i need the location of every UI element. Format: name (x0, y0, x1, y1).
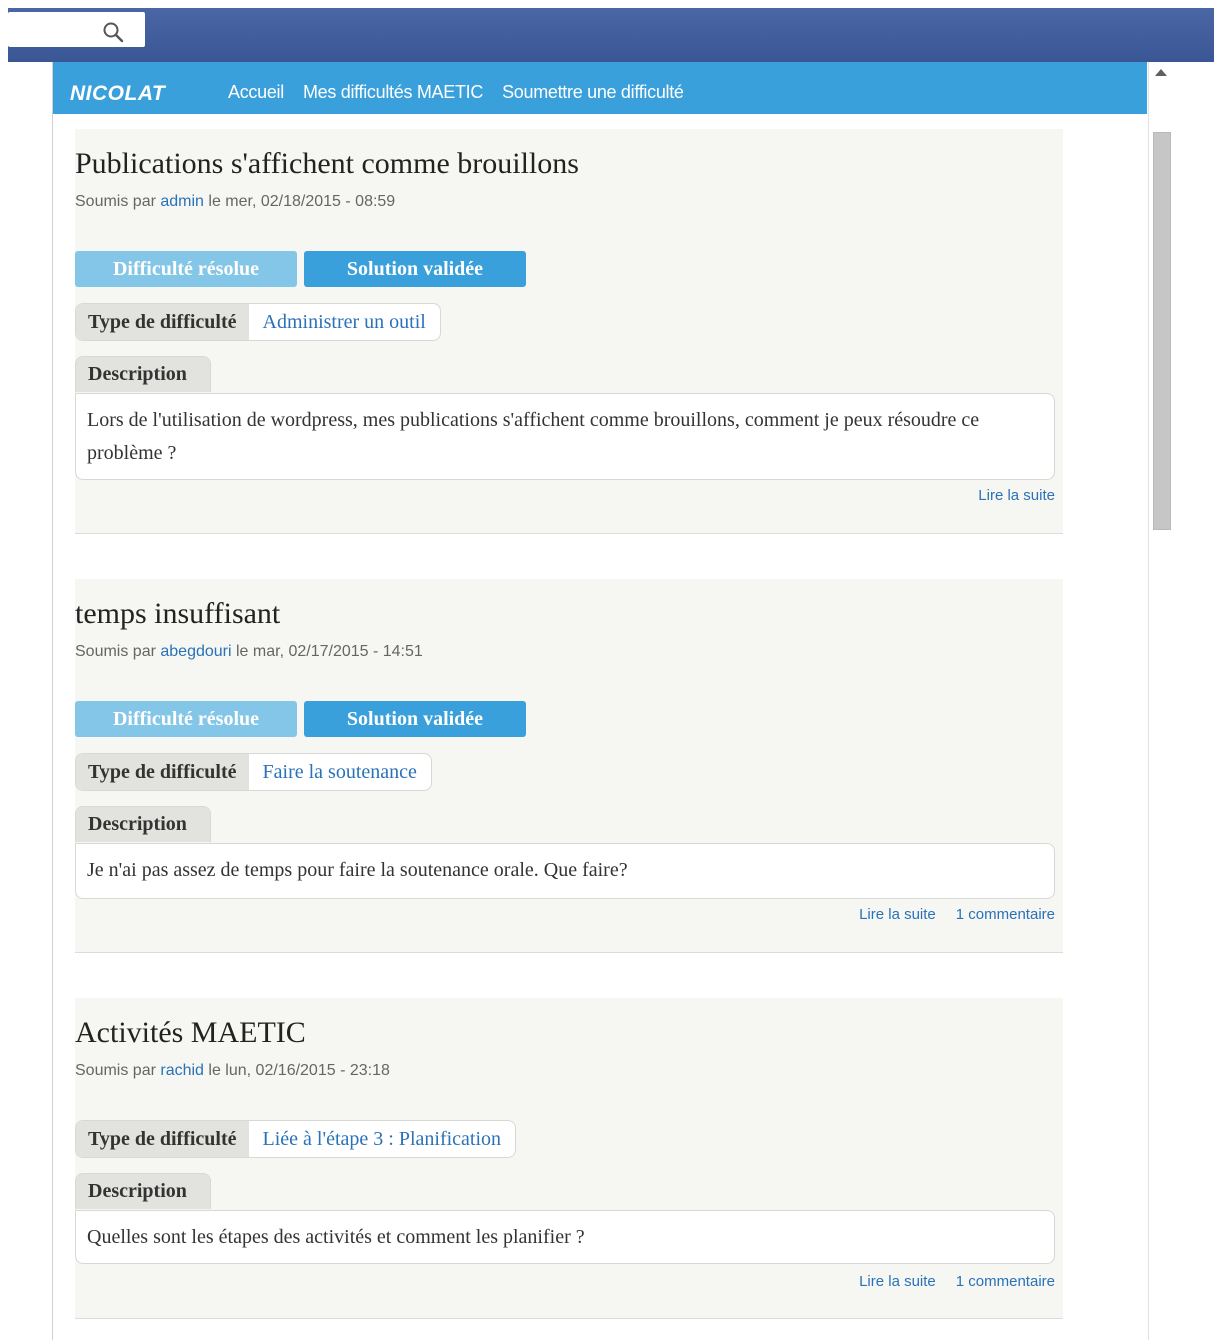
nav-link-mes-difficultes[interactable]: Mes difficultés MAETIC (303, 82, 483, 103)
difficulty-node: Activités MAETIC Soumis par rachid le lu… (75, 998, 1063, 1319)
author-link[interactable]: admin (160, 193, 204, 210)
type-label: Type de difficulté (76, 754, 249, 790)
vertical-scrollbar[interactable] (1148, 62, 1175, 1340)
comments-link[interactable]: 1 commentaire (956, 906, 1055, 923)
search-box[interactable] (8, 12, 145, 47)
submitted-prefix: Soumis par (75, 643, 156, 660)
page-frame: NICOLAT Accueil Mes difficultés MAETIC S… (53, 62, 1147, 1340)
submitted-date: le lun, 02/16/2015 - 23:18 (208, 1062, 390, 1079)
validated-button[interactable]: Solution validée (304, 251, 526, 287)
description-text: Quelles sont les étapes des activités et… (75, 1210, 1055, 1264)
submitted-info: Soumis par admin le mer, 02/18/2015 - 08… (75, 193, 395, 211)
difficulty-type-field: Type de difficulté Faire la soutenance (75, 753, 432, 791)
node-links: Lire la suite 1 commentaire (859, 1273, 1055, 1290)
node-links: Lire la suite 1 commentaire (859, 906, 1055, 923)
read-more-link[interactable]: Lire la suite (978, 487, 1055, 504)
type-value-link[interactable]: Administrer un outil (249, 304, 440, 340)
submitted-prefix: Soumis par (75, 1062, 156, 1079)
resolved-button[interactable]: Difficulté résolue (75, 701, 297, 737)
description-label: Description (75, 806, 211, 842)
submitted-prefix: Soumis par (75, 193, 156, 210)
submitted-info: Soumis par rachid le lun, 02/16/2015 - 2… (75, 1062, 390, 1080)
difficulty-node: Publications s'affichent comme brouillon… (75, 129, 1063, 534)
author-link[interactable]: abegdouri (160, 643, 231, 660)
node-links: Lire la suite (978, 487, 1055, 504)
description-text: Je n'ai pas assez de temps pour faire la… (75, 843, 1055, 899)
site-navbar: NICOLAT Accueil Mes difficultés MAETIC S… (53, 62, 1147, 114)
author-link[interactable]: rachid (160, 1062, 204, 1079)
description-label: Description (75, 356, 211, 392)
type-label: Type de difficulté (76, 1121, 249, 1157)
read-more-link[interactable]: Lire la suite (859, 906, 936, 923)
type-label: Type de difficulté (76, 304, 249, 340)
difficulty-type-field: Type de difficulté Liée à l'étape 3 : Pl… (75, 1120, 517, 1158)
scroll-up-arrow-icon[interactable] (1155, 69, 1167, 76)
resolved-button[interactable]: Difficulté résolue (75, 251, 297, 287)
submitted-date: le mar, 02/17/2015 - 14:51 (236, 643, 423, 660)
nav-link-soumettre[interactable]: Soumettre une difficulté (502, 82, 684, 103)
comments-link[interactable]: 1 commentaire (956, 1273, 1055, 1290)
difficulty-node: temps insuffisant Soumis par abegdouri l… (75, 579, 1063, 953)
description-label: Description (75, 1173, 211, 1209)
scrollbar-thumb[interactable] (1153, 132, 1171, 530)
site-brand[interactable]: NICOLAT (70, 82, 165, 106)
browser-top-bar (8, 8, 1214, 62)
description-text: Lors de l'utilisation de wordpress, mes … (75, 393, 1055, 480)
type-value-link[interactable]: Faire la soutenance (249, 754, 431, 790)
node-title[interactable]: Publications s'affichent comme brouillon… (75, 147, 579, 181)
node-title[interactable]: temps insuffisant (75, 597, 280, 631)
submitted-info: Soumis par abegdouri le mar, 02/17/2015 … (75, 643, 423, 661)
submitted-date: le mer, 02/18/2015 - 08:59 (208, 193, 396, 210)
main-menu: Accueil Mes difficultés MAETIC Soumettre… (228, 82, 684, 103)
search-icon[interactable] (102, 21, 124, 43)
nav-link-accueil[interactable]: Accueil (228, 82, 284, 103)
read-more-link[interactable]: Lire la suite (859, 1273, 936, 1290)
validated-button[interactable]: Solution validée (304, 701, 526, 737)
node-title[interactable]: Activités MAETIC (75, 1016, 306, 1050)
type-value-link[interactable]: Liée à l'étape 3 : Planification (249, 1121, 516, 1157)
difficulty-type-field: Type de difficulté Administrer un outil (75, 303, 441, 341)
